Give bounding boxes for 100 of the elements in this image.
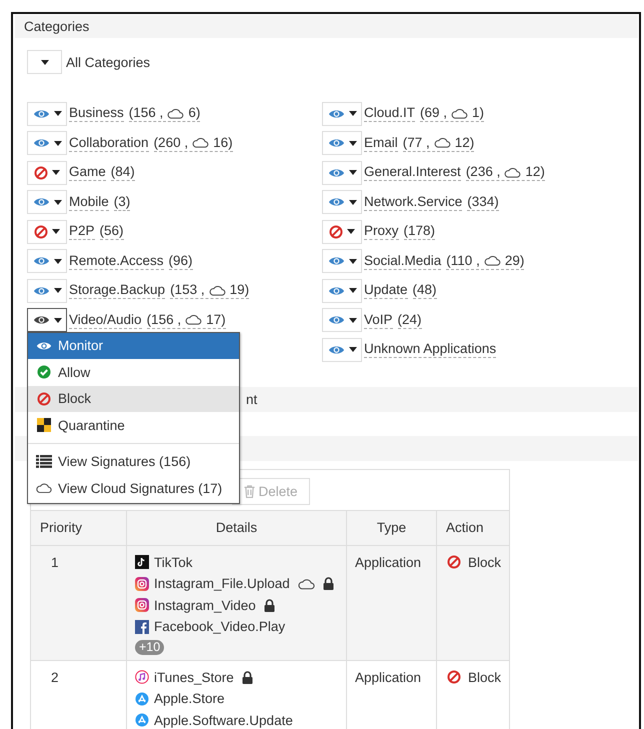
action-dropdown[interactable] bbox=[27, 308, 67, 332]
category-count[interactable]: (84) bbox=[110, 164, 135, 180]
category-link[interactable]: General.Interest bbox=[364, 164, 461, 182]
app-store-icon bbox=[135, 692, 149, 706]
category-count[interactable]: (178) bbox=[404, 223, 436, 240]
type-cell: Application bbox=[355, 670, 422, 684]
block-icon bbox=[447, 555, 461, 570]
eye-icon bbox=[32, 314, 50, 326]
cloud-icon bbox=[451, 108, 468, 119]
category-count[interactable]: (260 , bbox=[154, 134, 188, 151]
lock-icon bbox=[242, 670, 253, 684]
all-categories-label: All Categories bbox=[66, 54, 150, 70]
block-icon bbox=[447, 670, 461, 684]
menu-item[interactable]: Allow bbox=[28, 359, 239, 386]
category-link[interactable]: Unknown Applications bbox=[364, 341, 496, 358]
category-count[interactable]: (56) bbox=[100, 223, 124, 240]
category-count[interactable]: (24) bbox=[398, 312, 422, 328]
list-icon bbox=[36, 455, 52, 468]
category-count[interactable]: (69 , bbox=[420, 105, 448, 122]
category-count[interactable]: (110 , bbox=[446, 252, 480, 269]
category-link[interactable]: Video/Audio bbox=[69, 312, 142, 329]
cloud-count[interactable]: 1) bbox=[472, 105, 484, 122]
category-link[interactable]: Storage.Backup bbox=[69, 282, 166, 300]
eye-icon bbox=[328, 196, 344, 208]
category-link[interactable]: P2P bbox=[69, 223, 95, 240]
eye-icon bbox=[328, 137, 344, 150]
caret-icon bbox=[54, 318, 62, 323]
category-link[interactable]: Collaboration bbox=[69, 134, 149, 152]
category-count[interactable]: (77 , bbox=[402, 134, 430, 151]
application-name: Instagram_Video bbox=[154, 598, 256, 613]
category-count[interactable]: (96) bbox=[168, 252, 193, 269]
category-count[interactable]: (3) bbox=[114, 194, 130, 210]
menu-item[interactable]: View Signatures (156) bbox=[28, 448, 239, 475]
category-count[interactable]: (48) bbox=[412, 282, 437, 298]
category-count[interactable]: (156 , bbox=[146, 312, 182, 328]
application-name: Apple.Software.Update bbox=[154, 712, 293, 728]
caret-icon bbox=[348, 170, 356, 176]
column-header[interactable]: Type bbox=[346, 510, 436, 545]
eye-icon bbox=[328, 344, 344, 356]
cloud-icon bbox=[36, 482, 52, 494]
camera-logo-icon bbox=[135, 598, 149, 612]
category-link[interactable]: Remote.Access bbox=[69, 252, 164, 270]
section-title: nt bbox=[246, 392, 258, 406]
menu-item[interactable]: Block bbox=[28, 386, 239, 412]
cloud-count[interactable]: 29) bbox=[504, 252, 524, 269]
camera-logo-icon bbox=[135, 576, 149, 591]
eye-icon bbox=[328, 166, 344, 179]
block-icon bbox=[34, 166, 48, 180]
application-name: Facebook_Video.Play bbox=[154, 619, 286, 634]
category-count[interactable]: (236 , bbox=[466, 164, 500, 180]
caret-icon bbox=[348, 258, 356, 264]
eye-icon bbox=[32, 137, 50, 150]
category-link[interactable]: Proxy bbox=[364, 223, 399, 240]
caret-icon bbox=[348, 288, 356, 294]
lock-icon bbox=[322, 577, 334, 590]
checker-icon bbox=[36, 418, 52, 432]
cloud-count[interactable]: 12) bbox=[525, 164, 545, 180]
column-header[interactable]: Priority bbox=[31, 510, 126, 545]
music-note-icon bbox=[135, 670, 149, 684]
lock-icon bbox=[264, 598, 275, 612]
cloud-count[interactable]: 17) bbox=[206, 312, 226, 328]
category-link[interactable]: Game bbox=[69, 164, 106, 182]
cloud-count[interactable]: 12) bbox=[454, 134, 474, 151]
cloud-icon bbox=[504, 166, 522, 178]
category-link[interactable]: VoIP bbox=[364, 312, 393, 329]
cloud-icon bbox=[298, 578, 315, 590]
trash-icon bbox=[244, 484, 256, 498]
application-name: iTunes_Store bbox=[154, 670, 234, 685]
action-cell: Block bbox=[468, 670, 502, 685]
cloud-count[interactable]: 16) bbox=[213, 134, 233, 151]
application-name: Apple.Store bbox=[154, 691, 225, 706]
caret-icon bbox=[54, 200, 62, 205]
category-count[interactable]: (156 , bbox=[128, 105, 164, 122]
caret-icon bbox=[348, 347, 356, 352]
cloud-icon bbox=[434, 137, 451, 148]
caret-icon bbox=[52, 229, 60, 234]
eye-icon bbox=[32, 255, 50, 268]
menu-item[interactable]: Monitor bbox=[28, 332, 239, 359]
category-link[interactable]: Mobile bbox=[69, 194, 109, 211]
category-link[interactable]: Business bbox=[69, 105, 124, 122]
caret-icon bbox=[348, 111, 356, 116]
cloud-count[interactable]: 19) bbox=[230, 282, 250, 298]
caret-icon bbox=[54, 140, 62, 146]
block-icon bbox=[36, 392, 52, 406]
eye-icon bbox=[32, 108, 50, 120]
cloud-icon bbox=[192, 137, 210, 148]
cloud-icon bbox=[185, 314, 202, 326]
cloud-count[interactable]: 6) bbox=[188, 105, 200, 122]
category-count[interactable]: (334) bbox=[467, 194, 499, 210]
menu-item[interactable]: Quarantine bbox=[28, 412, 239, 438]
category-link[interactable]: Social.Media bbox=[364, 252, 442, 270]
category-link[interactable]: Network.Service bbox=[364, 194, 462, 211]
column-header[interactable]: Action bbox=[436, 510, 509, 545]
all-categories-dropdown[interactable] bbox=[27, 50, 62, 74]
category-link[interactable]: Email bbox=[364, 134, 398, 152]
category-link[interactable]: Update bbox=[364, 282, 408, 300]
category-link[interactable]: Cloud.IT bbox=[364, 105, 416, 122]
category-count[interactable]: (153 , bbox=[170, 282, 205, 298]
application-name: TikTok bbox=[154, 554, 193, 570]
column-header[interactable]: Details bbox=[126, 510, 346, 545]
